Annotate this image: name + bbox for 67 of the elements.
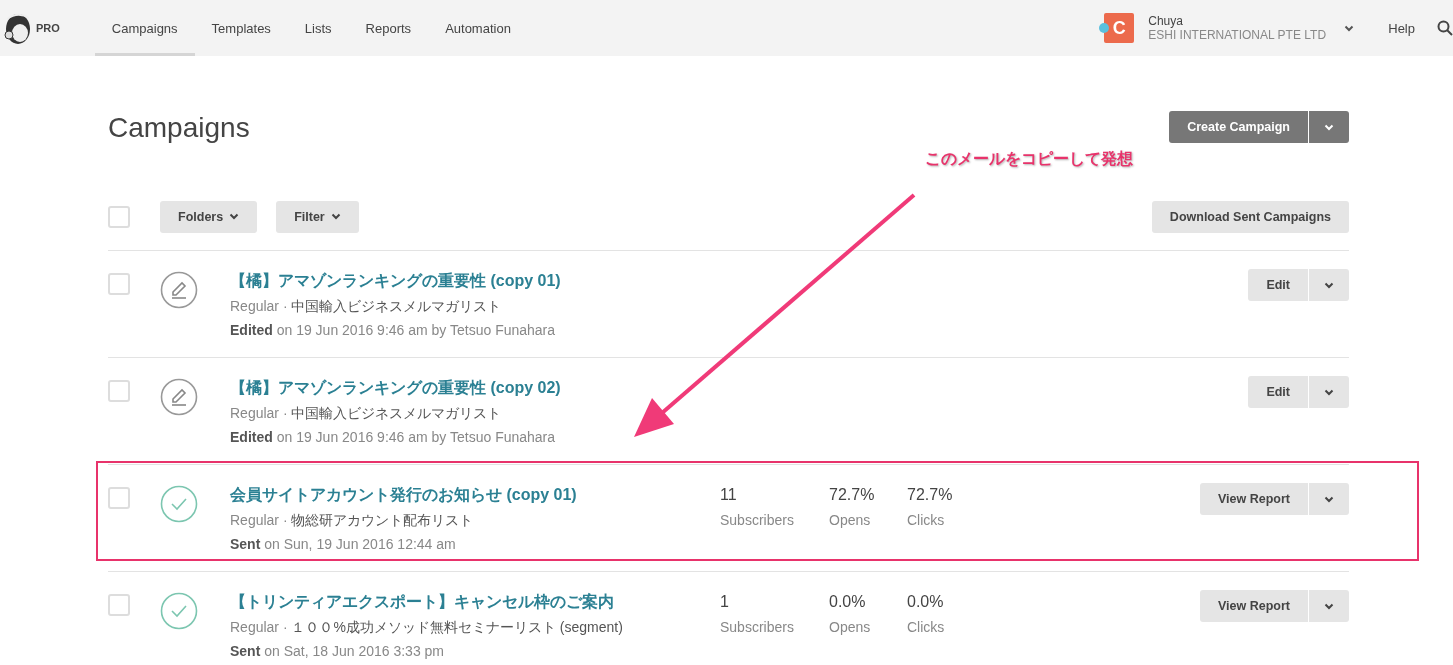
campaign-title-link[interactable]: 【橘】アマゾンランキングの重要性 (copy 01) bbox=[230, 271, 710, 291]
search-icon[interactable] bbox=[1437, 20, 1453, 36]
stat-value: 72.7% bbox=[907, 485, 954, 505]
edit-button[interactable]: Edit bbox=[1248, 269, 1308, 301]
folders-button[interactable]: Folders bbox=[160, 200, 258, 233]
stat-value: 0.0% bbox=[907, 592, 945, 612]
campaign-status: Sent on Sun, 19 Jun 2016 12:44 am bbox=[230, 535, 457, 553]
annotation-text: このメールをコピーして発想 bbox=[925, 149, 1133, 169]
campaign-status: Edited on 19 Jun 2016 9:46 am by Tetsuo Funahara bbox=[230, 321, 557, 339]
campaign-type-list: Regular · 中国輸入ビジネスメルマガリスト bbox=[230, 404, 710, 422]
check-circle-icon bbox=[160, 485, 198, 523]
caret-icon bbox=[1324, 495, 1334, 503]
create-options-button[interactable] bbox=[1309, 111, 1349, 143]
page-title: Campaigns bbox=[108, 112, 250, 144]
stat-label: Clicks bbox=[907, 511, 946, 529]
nav-tab[interactable]: Lists bbox=[287, 0, 349, 56]
create-campaign-button[interactable]: Create Campaign bbox=[1169, 111, 1308, 143]
check-circle-icon bbox=[160, 592, 198, 630]
nav-tab[interactable]: Reports bbox=[348, 0, 429, 56]
caret-icon bbox=[1324, 602, 1334, 610]
account-name: Chuya bbox=[1148, 14, 1184, 28]
campaign-title-link[interactable]: 【橘】アマゾンランキングの重要性 (copy 02) bbox=[230, 378, 710, 398]
more-options-button[interactable] bbox=[1309, 483, 1349, 515]
checkbox[interactable] bbox=[108, 273, 130, 295]
checkbox[interactable] bbox=[108, 380, 130, 402]
campaign-type-list: Regular · 中国輸入ビジネスメルマガリスト bbox=[230, 297, 710, 315]
checkbox[interactable] bbox=[108, 205, 130, 228]
campaign-status: Edited on 19 Jun 2016 9:46 am by Tetsuo Funahara bbox=[230, 428, 557, 446]
stat-label: Subscribers bbox=[720, 511, 795, 529]
download-button[interactable]: Download Sent Campaigns bbox=[1151, 200, 1349, 233]
pencil-icon bbox=[160, 271, 198, 309]
pencil-icon bbox=[160, 378, 198, 416]
stat-label: Opens bbox=[829, 511, 872, 529]
caret-icon bbox=[1324, 388, 1334, 396]
checkbox[interactable] bbox=[108, 594, 130, 616]
caret-icon bbox=[1324, 281, 1334, 289]
checkbox[interactable] bbox=[108, 487, 130, 509]
view-report-button[interactable]: View Report bbox=[1200, 483, 1308, 515]
filter-button[interactable]: Filter bbox=[276, 200, 359, 233]
company-name: ESHI INTERNATIONAL PTE LTD bbox=[1148, 28, 1328, 42]
stat-value: 11 bbox=[720, 485, 738, 505]
more-options-button[interactable] bbox=[1309, 590, 1349, 622]
campaign-status: Sent on Sat, 18 Jun 2016 3:33 pm bbox=[230, 642, 446, 660]
more-options-button[interactable] bbox=[1309, 269, 1349, 301]
stat-value: 72.7% bbox=[829, 485, 876, 505]
nav-tab[interactable]: Templates bbox=[194, 0, 288, 56]
caret-icon bbox=[330, 213, 341, 220]
nav-tab[interactable]: Automation bbox=[428, 0, 528, 56]
caret-icon bbox=[1324, 123, 1334, 131]
plan-label: PRO bbox=[36, 22, 60, 34]
help-link[interactable]: Help bbox=[1388, 20, 1415, 36]
campaign-type-list: Regular · 物総研アカウント配布リスト bbox=[230, 511, 710, 529]
stat-label: Subscribers bbox=[720, 618, 795, 636]
campaign-type-list: Regular · １００%成功メソッド無料セミナーリスト (segment) bbox=[230, 618, 710, 636]
more-options-button[interactable] bbox=[1309, 376, 1349, 408]
stat-value: 1 bbox=[720, 592, 730, 612]
view-report-button[interactable]: View Report bbox=[1200, 590, 1308, 622]
stat-value: 0.0% bbox=[829, 592, 867, 612]
stat-label: Clicks bbox=[907, 618, 946, 636]
nav-tab[interactable]: Campaigns bbox=[94, 0, 195, 56]
campaign-title-link[interactable]: 【トリンティアエクスポート】キャンセル枠のご案内 bbox=[230, 592, 710, 612]
edit-button[interactable]: Edit bbox=[1248, 376, 1308, 408]
stat-label: Opens bbox=[829, 618, 872, 636]
status-dot bbox=[1099, 23, 1110, 33]
caret-icon bbox=[229, 213, 240, 220]
campaign-title-link[interactable]: 会員サイトアカウント発行のお知らせ (copy 01) bbox=[230, 485, 710, 505]
account-menu-caret-icon[interactable] bbox=[1344, 24, 1355, 32]
